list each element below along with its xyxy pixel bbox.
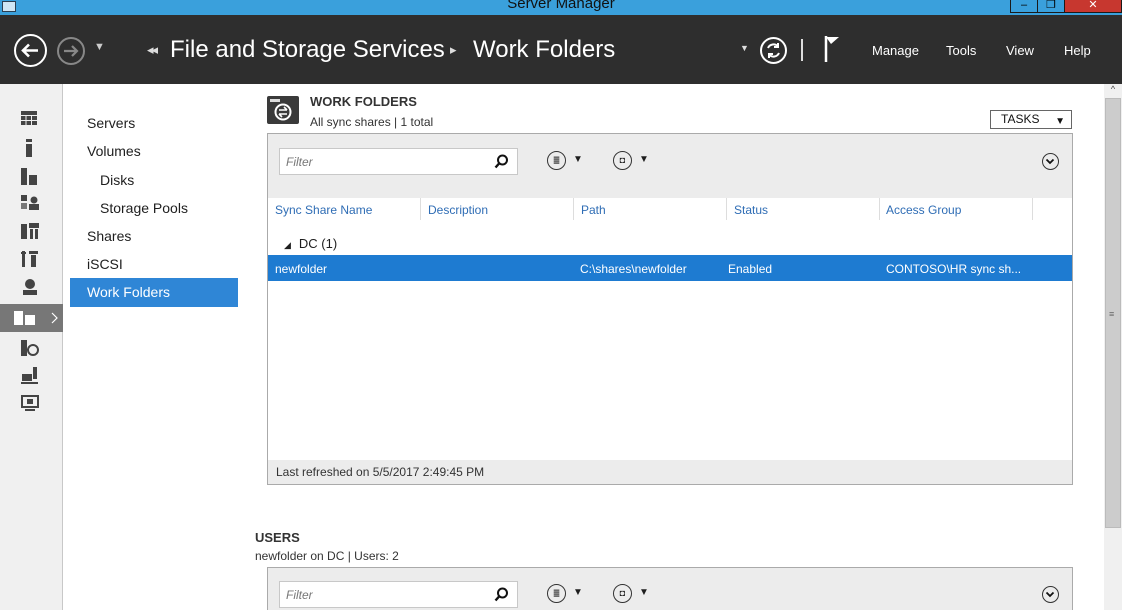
group-label: DC (1): [298, 236, 338, 251]
list-view-icon[interactable]: ≣: [547, 584, 566, 603]
menu-tools[interactable]: Tools: [946, 43, 976, 58]
search-icon[interactable]: [494, 154, 509, 169]
table-row[interactable]: newfolder C:\shares\newfolder Enabled CO…: [268, 255, 1072, 281]
save-query-icon[interactable]: ◘: [613, 584, 632, 603]
nav-item-storage-pools[interactable]: Storage Pools: [100, 200, 188, 216]
nav-item-iscsi[interactable]: iSCSI: [87, 256, 123, 272]
users-panel: ≣ ▼ ◘ ▼: [267, 567, 1073, 610]
search-icon[interactable]: [494, 587, 509, 602]
column-header-sync-share-name[interactable]: Sync Share Name: [275, 203, 372, 217]
filter-box: [279, 148, 518, 175]
cell-status: Enabled: [728, 262, 773, 276]
close-button[interactable]: ✕: [1064, 0, 1122, 13]
tasks-dropdown-icon: ▼: [1055, 116, 1065, 127]
cell-access-group: CONTOSO\HR sync sh...: [886, 262, 1022, 276]
breadcrumb-prefix-icon: ◂◂: [147, 42, 158, 57]
ad-ds-icon[interactable]: [21, 195, 43, 213]
refresh-icon[interactable]: [760, 37, 787, 64]
work-folders-title: WORK FOLDERS: [310, 94, 417, 109]
all-servers-icon[interactable]: [21, 167, 43, 185]
dns-icon[interactable]: [21, 279, 43, 297]
column-header-path[interactable]: Path: [581, 203, 606, 217]
users-title: USERS: [255, 530, 300, 545]
maximize-button[interactable]: ❐: [1037, 0, 1065, 13]
nav-divider: [801, 39, 803, 61]
print-services-icon[interactable]: [21, 367, 43, 385]
window-title: Server Manager: [507, 0, 615, 12]
cell-sync-share-name: newfolder: [275, 262, 328, 276]
window-titlebar: Server Manager ‒ ❐ ✕: [0, 0, 1122, 15]
filter-input[interactable]: [280, 149, 490, 174]
column-separator: [1032, 198, 1033, 220]
list-view-icon[interactable]: ≣: [547, 151, 566, 170]
back-arrow-icon[interactable]: [14, 34, 47, 67]
local-server-icon[interactable]: [21, 139, 43, 157]
users-filter-box: [279, 581, 518, 608]
column-separator: [573, 198, 574, 220]
list-view-dropdown-icon[interactable]: ▼: [573, 154, 583, 165]
nav-item-shares[interactable]: Shares: [87, 228, 131, 244]
users-subtitle: newfolder on DC | Users: 2: [255, 549, 399, 563]
nav-item-work-folders[interactable]: Work Folders: [70, 278, 238, 307]
iis-icon[interactable]: [21, 340, 43, 358]
forward-arrow-icon[interactable]: [57, 37, 85, 65]
file-storage-icon[interactable]: [0, 304, 63, 332]
nav-item-servers[interactable]: Servers: [87, 115, 135, 131]
role-icon-rail: [0, 84, 63, 610]
users-filter-input[interactable]: [280, 582, 490, 607]
panel-toolbar: ≣ ▼ ◘ ▼: [268, 134, 1072, 198]
expand-chevron-icon[interactable]: [1042, 586, 1059, 603]
breadcrumb-work-folders[interactable]: Work Folders: [473, 36, 615, 64]
column-header-access-group[interactable]: Access Group: [886, 203, 961, 217]
scroll-grip-icon: ≡: [1109, 309, 1115, 319]
column-separator: [879, 198, 880, 220]
breadcrumb-separator-icon: ▸: [450, 42, 457, 57]
expand-chevron-icon[interactable]: [1042, 153, 1059, 170]
column-separator: [726, 198, 727, 220]
scroll-up-arrow-icon[interactable]: ^: [1104, 84, 1122, 98]
last-refreshed-status: Last refreshed on 5/5/2017 2:49:45 PM: [268, 460, 1072, 484]
column-header-status[interactable]: Status: [734, 203, 768, 217]
nav-item-volumes[interactable]: Volumes: [87, 143, 141, 159]
list-view-dropdown-icon[interactable]: ▼: [573, 587, 583, 598]
history-dropdown-icon[interactable]: ▼: [94, 41, 105, 53]
work-folders-panel: ≣ ▼ ◘ ▼ Sync Share Name Description Path…: [267, 133, 1073, 485]
save-query-dropdown-icon[interactable]: ▼: [639, 587, 649, 598]
vertical-scrollbar[interactable]: ^ ≡: [1104, 84, 1122, 610]
work-folders-subtitle: All sync shares | 1 total: [310, 115, 434, 129]
save-query-dropdown-icon[interactable]: ▼: [639, 154, 649, 165]
refresh-dropdown-icon[interactable]: ▼: [740, 43, 749, 53]
nav-item-disks[interactable]: Disks: [100, 172, 134, 188]
tasks-label: TASKS: [1001, 112, 1040, 126]
collapse-triangle-icon[interactable]: ◢: [284, 240, 291, 250]
menu-view[interactable]: View: [1006, 43, 1034, 58]
work-folders-sync-icon: [267, 96, 299, 124]
users-panel-toolbar: ≣ ▼ ◘ ▼: [268, 568, 1072, 610]
menu-manage[interactable]: Manage: [872, 43, 919, 58]
menu-help[interactable]: Help: [1064, 43, 1091, 58]
tasks-button[interactable]: TASKS ▼: [990, 110, 1072, 129]
column-separator: [420, 198, 421, 220]
group-row-dc[interactable]: ◢ DC (1): [284, 236, 337, 251]
save-query-icon[interactable]: ◘: [613, 151, 632, 170]
navigation-pane: Servers Volumes Disks Storage Pools Shar…: [63, 84, 238, 610]
top-navigation-bar: ▼ ◂◂ File and Storage Services ▸ Work Fo…: [0, 15, 1122, 84]
dashboard-icon[interactable]: [21, 111, 43, 129]
breadcrumb-file-storage[interactable]: File and Storage Services: [170, 36, 445, 64]
remote-desktop-icon[interactable]: [21, 394, 43, 412]
ad-lds-icon[interactable]: [21, 223, 43, 241]
main-content: WORK FOLDERS All sync shares | 1 total T…: [238, 84, 1104, 610]
scroll-thumb[interactable]: ≡: [1105, 98, 1121, 528]
notifications-flag-icon[interactable]: [823, 34, 841, 64]
column-header-description[interactable]: Description: [428, 203, 488, 217]
minimize-button[interactable]: ‒: [1010, 0, 1038, 13]
dhcp-icon[interactable]: [21, 251, 43, 269]
cell-path: C:\shares\newfolder: [580, 262, 687, 276]
